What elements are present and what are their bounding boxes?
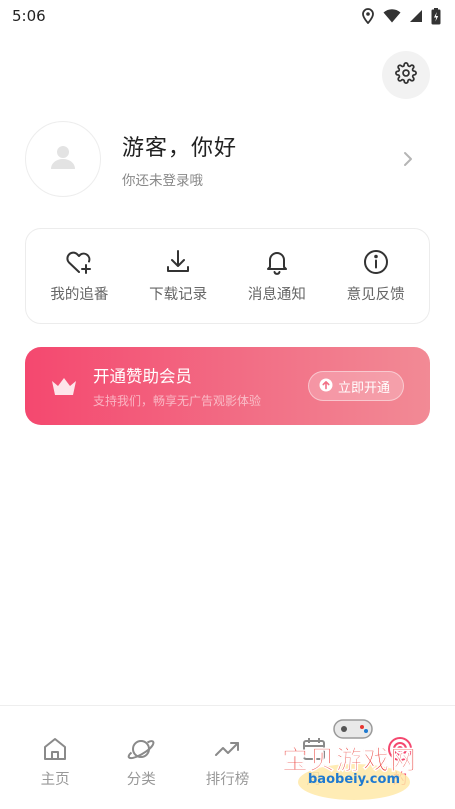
- vip-title: 开通赞助会员: [93, 367, 192, 386]
- vip-button-label: 立即开通: [337, 380, 390, 396]
- signal-icon: [409, 9, 423, 23]
- quick-action-favorites[interactable]: 我的追番: [34, 248, 124, 304]
- tab-label: 分类: [126, 772, 156, 788]
- status-time: 5:06: [12, 7, 46, 25]
- download-icon: [164, 248, 192, 276]
- arrow-up-circle-icon: [319, 377, 333, 396]
- trending-icon: [212, 734, 242, 764]
- quick-action-downloads[interactable]: 下载记录: [133, 248, 223, 304]
- quick-action-label: 下载记录: [149, 287, 208, 303]
- tab-label: 的: [392, 772, 408, 788]
- status-icons: [361, 7, 441, 25]
- planet-icon: [126, 734, 156, 764]
- vip-open-button[interactable]: 立即开通: [307, 371, 404, 401]
- avatar[interactable]: [25, 121, 101, 197]
- tab-category[interactable]: 分类: [101, 706, 181, 809]
- settings-button[interactable]: [382, 51, 430, 99]
- tab-home[interactable]: 主页: [15, 706, 95, 809]
- bottom-tab-bar: 主页 分类 排行榜 周 的: [0, 705, 455, 809]
- vip-banner[interactable]: 开通赞助会员 支持我们，畅享无广告观影体验 立即开通: [25, 347, 430, 425]
- profile-name: 游客，你好: [122, 135, 238, 161]
- gear-icon: [395, 62, 417, 88]
- heart-plus-icon: [65, 248, 93, 276]
- quick-action-label: 我的追番: [50, 287, 109, 303]
- calendar-icon: [299, 734, 329, 764]
- quick-action-notifications[interactable]: 消息通知: [232, 248, 322, 304]
- tab-label: 排行榜: [205, 772, 250, 788]
- quick-action-label: 消息通知: [247, 287, 306, 303]
- quick-actions-card: 我的追番 下载记录 消息通知 意见反馈: [25, 228, 430, 324]
- tab-weekly[interactable]: 周: [274, 706, 354, 809]
- info-icon: [362, 248, 390, 276]
- user-icon: [48, 142, 78, 176]
- crown-icon: [49, 373, 79, 399]
- bell-icon: [263, 248, 291, 276]
- battery-charging-icon: [431, 7, 441, 25]
- tab-ranking[interactable]: 排行榜: [187, 706, 267, 809]
- chevron-right-icon[interactable]: [398, 147, 418, 171]
- location-icon: [361, 8, 375, 24]
- vip-text: 开通赞助会员 支持我们，畅享无广告观影体验: [93, 363, 308, 409]
- profile-section[interactable]: 游客，你好 你还未登录哦: [25, 121, 430, 197]
- wifi-icon: [383, 9, 401, 23]
- vip-subtitle: 支持我们，畅享无广告观影体验: [93, 394, 262, 408]
- quick-action-label: 意见反馈: [346, 287, 405, 303]
- tab-mine[interactable]: 的: [360, 706, 440, 809]
- home-icon: [40, 734, 70, 764]
- status-bar: 5:06: [0, 0, 455, 32]
- profile-text: 游客，你好 你还未登录哦: [122, 130, 398, 189]
- profile-subtitle: 你还未登录哦: [122, 172, 203, 189]
- tab-label: 周: [306, 772, 321, 788]
- quick-action-feedback[interactable]: 意见反馈: [331, 248, 421, 304]
- user-target-icon: [385, 734, 415, 764]
- tab-label: 主页: [40, 772, 70, 788]
